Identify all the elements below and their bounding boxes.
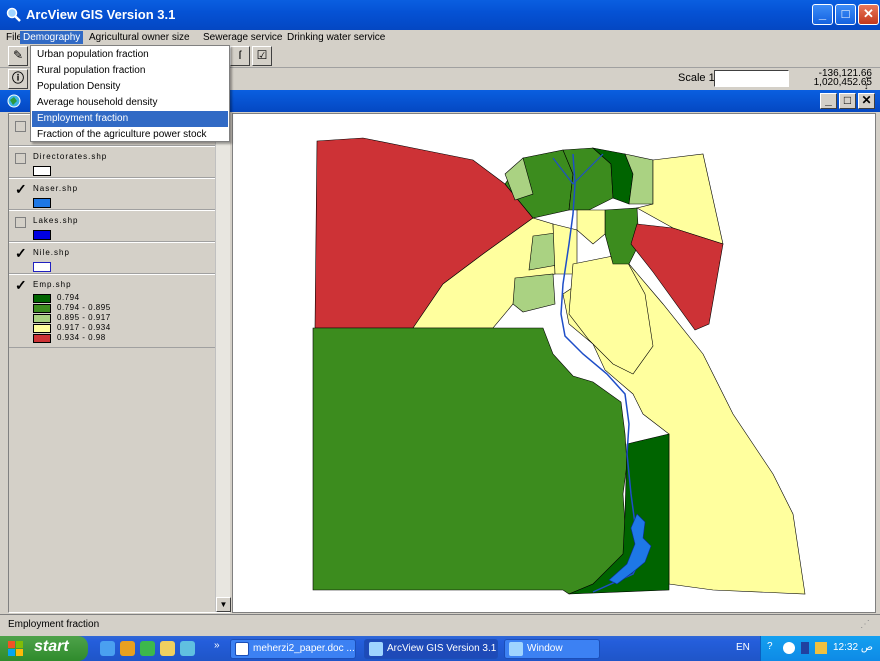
view-close-button[interactable]: ✕: [858, 93, 875, 109]
identify-icon[interactable]: ⓘ: [8, 69, 28, 89]
save-project-icon[interactable]: ✎: [8, 46, 28, 66]
legend-swatch-class-4: [33, 324, 51, 333]
coordinate-readout: -136,121.66 1,020,452.65: [800, 69, 872, 88]
window-title: ArcView GIS Version 3.1: [26, 7, 176, 22]
theme-name: Lakes.shp: [33, 216, 79, 225]
legend-swatch-lakes: [33, 230, 51, 240]
menu-item-average-household-density[interactable]: Average household density: [32, 95, 228, 111]
taskbar: start » meherzi2_paper.doc ... ArcView G…: [0, 636, 880, 661]
tray-help-icon[interactable]: ?: [767, 641, 773, 652]
tray-user-icon[interactable]: [815, 642, 827, 654]
theme-checkbox-nile[interactable]: ✓: [15, 246, 27, 260]
status-text: Employment fraction: [8, 619, 100, 630]
theme-name: Nile.shp: [33, 248, 70, 257]
hotlink-icon[interactable]: ſ: [230, 46, 250, 66]
menu-item-employment-fraction[interactable]: Employment fraction: [32, 111, 228, 127]
tray-device-icon[interactable]: [801, 642, 809, 654]
task-label: ArcView GIS Version 3.1: [387, 643, 497, 654]
theme-emp[interactable]: ✓ Emp.shp 0.794 0.794 - 0.895 0.895 - 0.91…: [9, 274, 215, 348]
quicklaunch-ie-icon[interactable]: [100, 641, 115, 656]
menu-drinking-water-service[interactable]: Drinking water service: [284, 31, 388, 44]
theme-checkbox[interactable]: [15, 121, 26, 132]
arcview-app-icon: [6, 7, 21, 22]
clock: 12:32 ص: [833, 642, 873, 653]
theme-checkbox-directorates[interactable]: [15, 153, 26, 164]
quicklaunch-desktop-icon[interactable]: [180, 641, 195, 656]
title-bar: ArcView GIS Version 3.1 _ □ ✕: [0, 0, 880, 30]
scroll-down-arrow-icon[interactable]: ▼: [216, 597, 231, 612]
theme-naser[interactable]: ✓ Naser.shp: [9, 178, 215, 210]
region-cairo[interactable]: [576, 209, 606, 245]
legend-label-class-3: 0.895 - 0.917: [57, 313, 111, 322]
map-canvas[interactable]: [233, 114, 875, 612]
quicklaunch-media-icon[interactable]: [140, 641, 155, 656]
quicklaunch-firefox-icon[interactable]: [120, 641, 135, 656]
theme-name: Emp.shp: [33, 280, 72, 289]
word-icon: [235, 642, 249, 656]
region-new-valley[interactable]: [312, 327, 628, 595]
maximize-button[interactable]: □: [835, 4, 856, 25]
theme-checkbox-lakes[interactable]: [15, 217, 26, 228]
theme-directorates[interactable]: Directorates.shp: [9, 146, 215, 178]
map-view[interactable]: [232, 113, 876, 613]
legend-swatch-directorates: [33, 166, 51, 176]
window-task-icon: [509, 642, 523, 656]
task-label: Window: [527, 643, 563, 654]
theme-checkbox-emp[interactable]: ✓: [15, 278, 27, 292]
legend-swatch-class-3: [33, 314, 51, 323]
start-label: start: [34, 638, 69, 655]
legend-swatch-class-2: [33, 304, 51, 313]
legend-swatch-nile: [33, 262, 51, 272]
coord-arrows-icon: ↔ ↕: [864, 71, 873, 91]
scale-label: Scale 1:: [678, 72, 718, 84]
theme-name: Directorates.shp: [33, 152, 108, 161]
menu-item-agriculture-power-stock[interactable]: Fraction of the agriculture power stock: [32, 127, 228, 143]
task-word-document[interactable]: meherzi2_paper.doc ...: [230, 639, 356, 659]
theme-checkbox-naser[interactable]: ✓: [15, 182, 27, 196]
quicklaunch-overflow-icon[interactable]: »: [214, 640, 220, 651]
legend-label-class-5: 0.934 - 0.98: [57, 333, 106, 342]
task-window[interactable]: Window: [504, 639, 600, 659]
close-button[interactable]: ✕: [858, 4, 879, 25]
minimize-button[interactable]: _: [812, 4, 833, 25]
table-of-contents: Directorates.shp ✓ Naser.shp Lakes.shp ✓…: [8, 113, 231, 613]
view-icon: [7, 94, 21, 108]
region-asyut[interactable]: [568, 253, 654, 375]
scale-input[interactable]: [714, 70, 789, 87]
legend-swatch-class-1: [33, 294, 51, 303]
menu-agricultural-owner-size[interactable]: Agricultural owner size: [86, 31, 193, 44]
legend-swatch-naser: [33, 198, 51, 208]
menu-item-urban-population-fraction[interactable]: Urban population fraction: [32, 47, 228, 63]
check-icon[interactable]: ☑: [252, 46, 272, 66]
arcview-task-icon: [369, 642, 383, 656]
task-arcview[interactable]: ArcView GIS Version 3.1: [364, 639, 498, 659]
tray-arrow-icon[interactable]: [783, 642, 795, 654]
legend-label-class-4: 0.917 - 0.934: [57, 323, 111, 332]
legend-swatch-class-5: [33, 334, 51, 343]
menu-sewerage-service[interactable]: Sewerage service: [200, 31, 285, 44]
status-bar: Employment fraction ⋰: [0, 614, 880, 634]
menu-demography[interactable]: Demography: [20, 31, 84, 44]
task-label: meherzi2_paper.doc ...: [253, 643, 355, 654]
view-maximize-button[interactable]: □: [839, 93, 856, 109]
resize-grip-icon: ⋰: [860, 619, 870, 630]
region-faiyum[interactable]: [512, 273, 556, 313]
quicklaunch-folder-icon[interactable]: [160, 641, 175, 656]
menu-item-population-density[interactable]: Population Density: [32, 79, 228, 95]
toc-scrollbar[interactable]: ▼: [215, 114, 231, 612]
windows-logo-icon: [8, 641, 23, 656]
language-indicator[interactable]: EN: [736, 642, 750, 653]
view-minimize-button[interactable]: _: [820, 93, 837, 109]
theme-name: Naser.shp: [33, 184, 79, 193]
legend-label-class-2: 0.794 - 0.895: [57, 303, 111, 312]
system-tray: ? 12:32 ص: [760, 636, 880, 661]
legend-label-class-1: 0.794: [57, 293, 80, 302]
menu-bar: File Demography Agricultural owner size …: [0, 30, 880, 45]
demography-menu: Urban population fraction Rural populati…: [30, 45, 230, 142]
coord-y: 1,020,452.65: [813, 77, 872, 88]
menu-item-rural-population-fraction[interactable]: Rural population fraction: [32, 63, 228, 79]
start-button[interactable]: start: [0, 636, 88, 661]
theme-nile[interactable]: ✓ Nile.shp: [9, 242, 215, 274]
theme-lakes[interactable]: Lakes.shp: [9, 210, 215, 242]
